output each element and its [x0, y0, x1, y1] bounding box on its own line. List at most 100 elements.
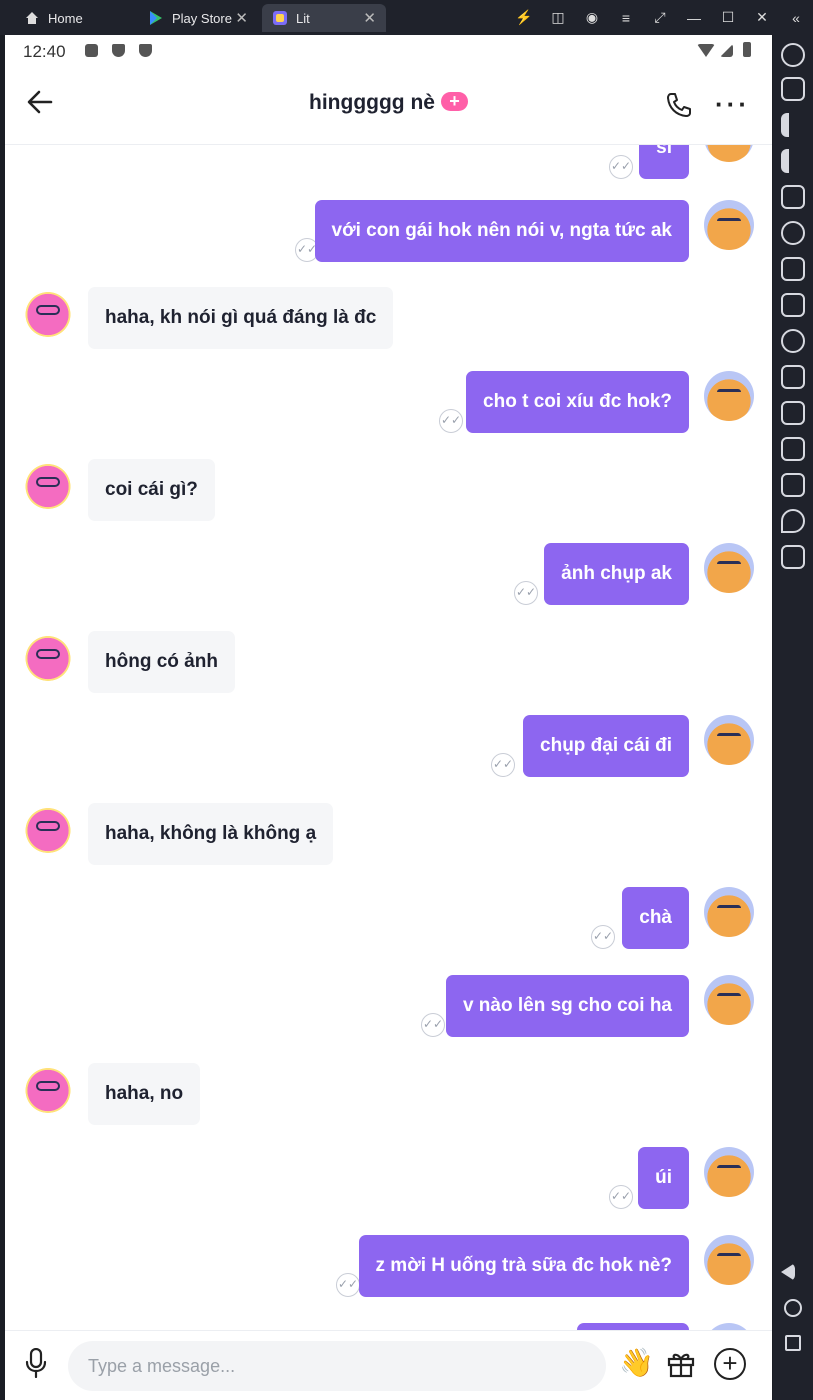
- chat-header: hinggggg nè + ···: [5, 67, 772, 145]
- avatar[interactable]: [704, 975, 754, 1025]
- emulator-titlebar: Home Play Store ✕ Lit ✕ ⚡ ◫ ◉ ≡ ⤢ — ☐ ✕ …: [0, 0, 813, 35]
- flash-icon[interactable]: ⚡: [507, 9, 541, 26]
- avatar[interactable]: [23, 803, 73, 853]
- message-input[interactable]: [68, 1341, 606, 1391]
- lit-app-icon: [272, 10, 288, 26]
- status-time: 12:40: [23, 42, 66, 61]
- wifi-icon: [697, 44, 715, 57]
- read-receipt-icon: ✓✓: [591, 925, 615, 949]
- signal-icon: [720, 44, 733, 57]
- settings-icon[interactable]: [781, 43, 805, 67]
- window-controls: ⚡ ◫ ◉ ≡ ⤢ — ☐ ✕ «: [507, 0, 813, 35]
- avatar[interactable]: [704, 543, 754, 593]
- more-dots-icon[interactable]: ···: [715, 89, 750, 120]
- play-store-icon: [148, 10, 164, 26]
- phone-icon[interactable]: [665, 91, 693, 119]
- message-bubble[interactable]: chà: [622, 887, 689, 949]
- multi-instance-icon[interactable]: [781, 257, 805, 281]
- message-bubble[interactable]: cho t coi xíu đc hok?: [466, 371, 689, 433]
- shake-icon[interactable]: [781, 437, 805, 461]
- message-bubble[interactable]: hông có ảnh: [88, 631, 235, 693]
- microphone-icon[interactable]: [25, 1347, 47, 1379]
- gamepad-icon[interactable]: ◫: [541, 9, 575, 26]
- close-window-icon[interactable]: ✕: [745, 9, 779, 26]
- volume-up-icon[interactable]: [781, 113, 805, 137]
- android-screen: 12:40 hinggggg nè + ··· ✓✓ sĩ ✓✓ với con …: [5, 35, 772, 1400]
- collapse-sidebar-icon[interactable]: «: [779, 10, 813, 26]
- avatar[interactable]: [704, 887, 754, 937]
- avatar[interactable]: [704, 1235, 754, 1285]
- gift-icon[interactable]: [667, 1350, 695, 1378]
- read-receipt-icon: ✓✓: [609, 155, 633, 179]
- avatar[interactable]: [23, 287, 73, 337]
- avatar[interactable]: [704, 715, 754, 765]
- tab-home[interactable]: Home: [14, 4, 134, 32]
- auto-rotate-icon[interactable]: [781, 221, 805, 245]
- tab-play-store[interactable]: Play Store ✕: [138, 4, 258, 32]
- close-tab-icon[interactable]: ✕: [235, 9, 248, 27]
- account-icon[interactable]: ◉: [575, 9, 609, 26]
- message-bubble[interactable]: v nào lên sg cho coi ha: [445, 975, 689, 1037]
- macro-icon[interactable]: [781, 401, 805, 425]
- expand-icon[interactable]: ⤢: [643, 9, 677, 26]
- battery-icon: [743, 42, 751, 57]
- android-home-icon[interactable]: [784, 1299, 802, 1317]
- apk-install-icon[interactable]: [781, 293, 805, 317]
- minimize-icon[interactable]: —: [677, 10, 711, 26]
- message-bubble[interactable]: ảnh chụp ak: [544, 543, 689, 605]
- tab-label: Play Store: [172, 10, 232, 26]
- tab-label: Home: [48, 10, 83, 26]
- read-receipt-icon: ✓✓: [514, 581, 538, 605]
- rotate-icon[interactable]: [781, 545, 805, 569]
- maximize-icon[interactable]: ☐: [711, 9, 745, 26]
- folder-icon[interactable]: [781, 473, 805, 497]
- message-bubble[interactable]: haha, no: [88, 1063, 201, 1125]
- avatar[interactable]: [23, 631, 73, 681]
- avatar[interactable]: [704, 200, 754, 250]
- keyboard-icon[interactable]: [781, 77, 805, 101]
- status-bar: 12:40: [5, 35, 772, 67]
- contact-name: hinggggg nè: [309, 91, 435, 114]
- message-composer: 👋 +: [5, 1330, 772, 1400]
- message-bubble[interactable]: úi: [638, 1147, 689, 1209]
- message-bubble[interactable]: z mời H uống trà sữa đc hok nè?: [358, 1235, 689, 1297]
- add-attachment-button[interactable]: +: [714, 1348, 746, 1380]
- location-icon[interactable]: [781, 509, 805, 533]
- home-icon: [24, 10, 40, 26]
- emulator-sidebar: [773, 35, 813, 1400]
- message-bubble[interactable]: sĩ: [639, 145, 689, 179]
- shield-icon: [112, 44, 125, 57]
- read-receipt-icon: ✓✓: [491, 753, 515, 777]
- scissors-icon[interactable]: [781, 329, 805, 353]
- chat-title[interactable]: hinggggg nè +: [5, 91, 772, 115]
- read-receipt-icon: ✓✓: [439, 409, 463, 433]
- android-recents-icon[interactable]: [785, 1335, 801, 1351]
- close-tab-icon[interactable]: ✕: [363, 9, 376, 27]
- record-icon[interactable]: [781, 365, 805, 389]
- message-list[interactable]: ✓✓ sĩ ✓✓ với con gái hok nên nói v, ngta…: [5, 145, 772, 1330]
- screenshot-icon[interactable]: [781, 185, 805, 209]
- message-bubble[interactable]: với con gái hok nên nói v, ngta tức ak: [314, 200, 689, 262]
- message-bubble[interactable]: haha, không là không ạ: [88, 803, 334, 865]
- message-bubble[interactable]: coi cái gì?: [88, 459, 215, 521]
- shield-icon: [139, 44, 152, 57]
- tab-label: Lit: [296, 10, 310, 26]
- tab-lit[interactable]: Lit ✕: [262, 4, 386, 32]
- avatar[interactable]: [704, 145, 754, 162]
- avatar[interactable]: [23, 1063, 73, 1113]
- message-bubble[interactable]: chụp đại cái đi: [523, 715, 689, 777]
- add-friend-badge[interactable]: +: [440, 92, 468, 111]
- wave-hand-icon[interactable]: 👋: [619, 1348, 654, 1378]
- read-receipt-icon: ✓✓: [609, 1185, 633, 1209]
- avatar[interactable]: [23, 459, 73, 509]
- android-back-icon[interactable]: [781, 1263, 795, 1281]
- avatar[interactable]: [704, 1147, 754, 1197]
- volume-down-icon[interactable]: [781, 149, 805, 173]
- notification-a-icon: [85, 44, 98, 57]
- message-bubble[interactable]: haha, kh nói gì quá đáng là đc: [88, 287, 394, 349]
- message-bubble[interactable]: [577, 1323, 689, 1330]
- menu-icon[interactable]: ≡: [609, 10, 643, 26]
- avatar[interactable]: [704, 1323, 754, 1330]
- avatar[interactable]: [704, 371, 754, 421]
- read-receipt-icon: ✓✓: [336, 1273, 360, 1297]
